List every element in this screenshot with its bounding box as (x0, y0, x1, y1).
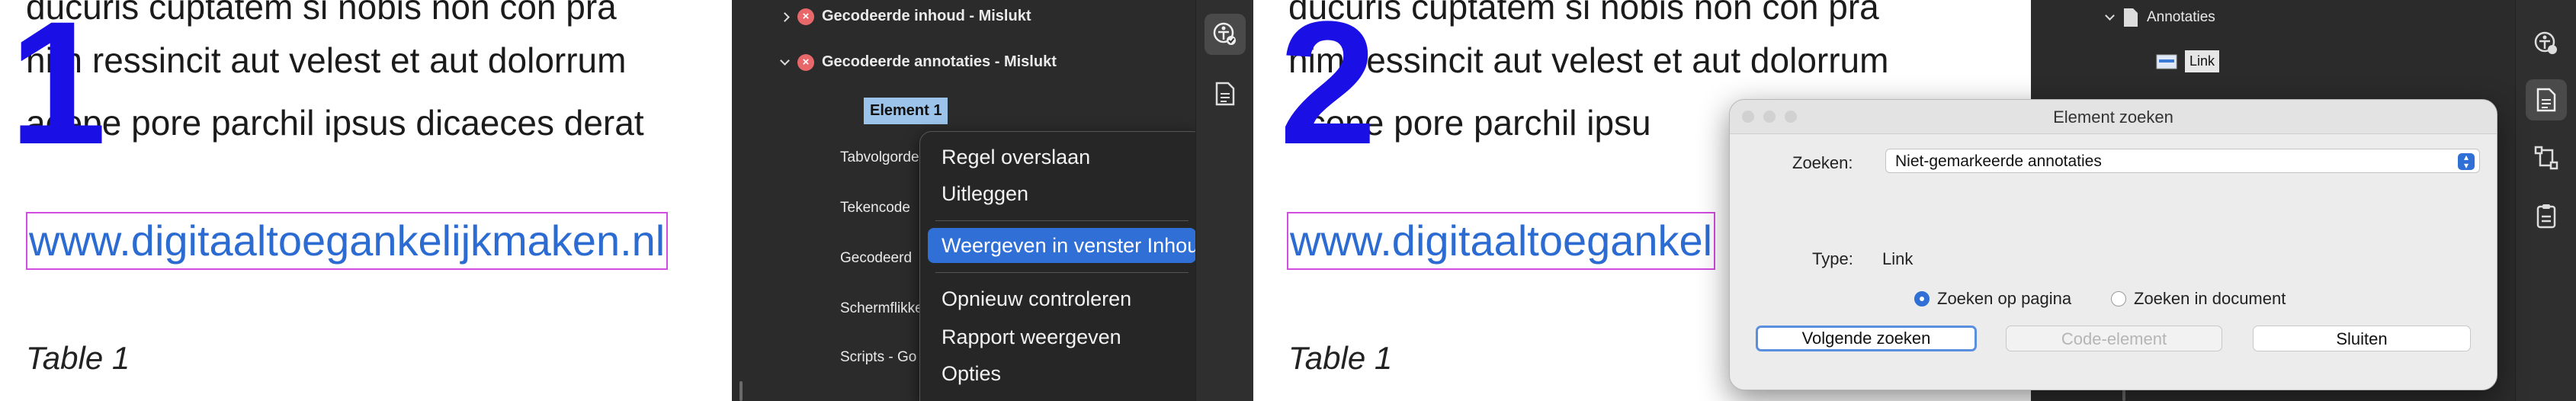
tree-row-encoded-content[interactable]: × Gecodeerde inhoud - Mislukt (779, 8, 1031, 25)
tree-item-element-1[interactable]: Element 1 (864, 98, 948, 124)
document-link[interactable]: www.digitaaltoegankelijkmaken.nl (26, 212, 669, 270)
menu-item-recheck[interactable]: Opnieuw controleren (928, 281, 1196, 316)
tree-row-encoded-annotations[interactable]: × Gecodeerde annotaties - Mislukt (779, 53, 1057, 71)
chevron-down-icon[interactable] (779, 57, 790, 68)
table-caption: Table 1 (1288, 340, 1393, 376)
chevron-updown-icon: ▴ ▾ (2458, 152, 2475, 170)
dialog-titlebar: Element zoeken (1730, 100, 2497, 134)
radio-label: Zoeken in document (2134, 289, 2286, 308)
doc-text-line-2: nim ressincit aut velest et aut dolorrum (26, 40, 627, 80)
doc-text-line-1: ducuris cuptatem si nobis non con pra (26, 0, 617, 27)
scrollbar[interactable] (739, 381, 743, 401)
code-element-button[interactable]: Code-element (2006, 326, 2222, 351)
document-icon[interactable] (1205, 73, 1246, 114)
tree-row-screen-flicker[interactable]: Schermflikke (840, 300, 923, 317)
error-icon: × (797, 8, 814, 25)
tool-rail-1 (1195, 0, 1254, 401)
menu-separator (935, 272, 1189, 273)
tree-row-label: Link (2185, 50, 2220, 72)
accessibility-check-icon[interactable] (1205, 14, 1246, 55)
find-element-dialog: Element zoeken Zoeken: Niet-gemarkeerde … (1729, 99, 2497, 390)
tool-rail-2 (2515, 0, 2576, 401)
menu-item-show-report[interactable]: Rapport weergeven (928, 319, 1196, 354)
tree-row-label: Gecodeerde inhoud - Mislukt (822, 8, 1031, 24)
search-label: Zoeken: (1792, 153, 1853, 172)
document-panel-1: ducuris cuptatem si nobis non con pra ni… (0, 0, 732, 401)
menu-item-options[interactable]: Opties (928, 356, 1196, 391)
reading-order-icon[interactable] (2526, 137, 2567, 178)
tree-row-encoded[interactable]: Gecodeerd (840, 250, 912, 267)
table-caption: Table 1 (26, 340, 130, 376)
radio-dot[interactable] (2111, 291, 2126, 306)
type-label: Type: (1812, 249, 1853, 268)
document-link[interactable]: www.digitaaltoegankel (1287, 212, 1716, 270)
menu-item-explain[interactable]: Uitleggen (928, 176, 1196, 211)
type-value: Link (1882, 249, 1914, 268)
radio-search-document[interactable]: Zoeken in document (2111, 289, 2286, 309)
tree-row-label: Gecodeerde annotaties - Mislukt (822, 53, 1057, 70)
tree-row-link[interactable]: Link (2156, 50, 2220, 72)
tree-row-char-encoding[interactable]: Tekencode (840, 200, 910, 217)
step-number-2: 2 (1279, 0, 1377, 181)
search-select-value: Niet-gemarkeerde annotaties (1895, 152, 2102, 170)
document-icon[interactable] (2526, 79, 2567, 120)
chevron-down-icon[interactable] (2104, 12, 2115, 23)
tree-row-annotations[interactable]: Annotaties (2104, 8, 2215, 27)
accessibility-check-icon[interactable] (2526, 23, 2567, 64)
tree-row-label: Annotaties (2147, 9, 2215, 25)
menu-item-show-in-contents[interactable]: Weergeven in venster Inhoud (928, 228, 1210, 263)
page-icon (2124, 8, 2138, 27)
tree-row-scripts[interactable]: Scripts - Go (840, 349, 916, 366)
context-menu: Regel overslaan Uitleggen Weergeven in v… (919, 131, 1210, 401)
step-number-1: 1 (9, 0, 107, 181)
tree-row-tab-order[interactable]: Tabvolgorde (840, 149, 919, 166)
radio-label: Zoeken op pagina (1937, 289, 2072, 308)
link-tag-icon (2156, 54, 2177, 69)
chevron-right-icon[interactable] (779, 11, 790, 22)
doc-text-line-1: ducuris cuptatem si nobis non con pra (1288, 0, 1879, 27)
doc-text-line-2: nim ressincit aut velest et aut dolorrum (1288, 40, 1889, 80)
search-select[interactable]: Niet-gemarkeerde annotaties ▴ ▾ (1885, 149, 2480, 173)
menu-item-skip-rule[interactable]: Regel overslaan (928, 140, 1196, 175)
radio-search-page[interactable]: Zoeken op pagina (1914, 289, 2071, 309)
menu-separator (935, 220, 1189, 221)
find-next-button[interactable]: Volgende zoeken (1756, 326, 1977, 351)
dialog-title: Element zoeken (2053, 107, 2173, 127)
close-button[interactable]: Sluiten (2253, 326, 2471, 351)
error-icon: × (797, 53, 814, 71)
accessibility-checker-panel: × Gecodeerde inhoud - Mislukt × Gecodeer… (732, 0, 1253, 401)
clipboard-icon[interactable] (2526, 195, 2567, 236)
doc-text-line-3: acepe pore parchil ipsus dicaeces derat (26, 103, 644, 143)
radio-dot-selected[interactable] (1914, 291, 1930, 306)
